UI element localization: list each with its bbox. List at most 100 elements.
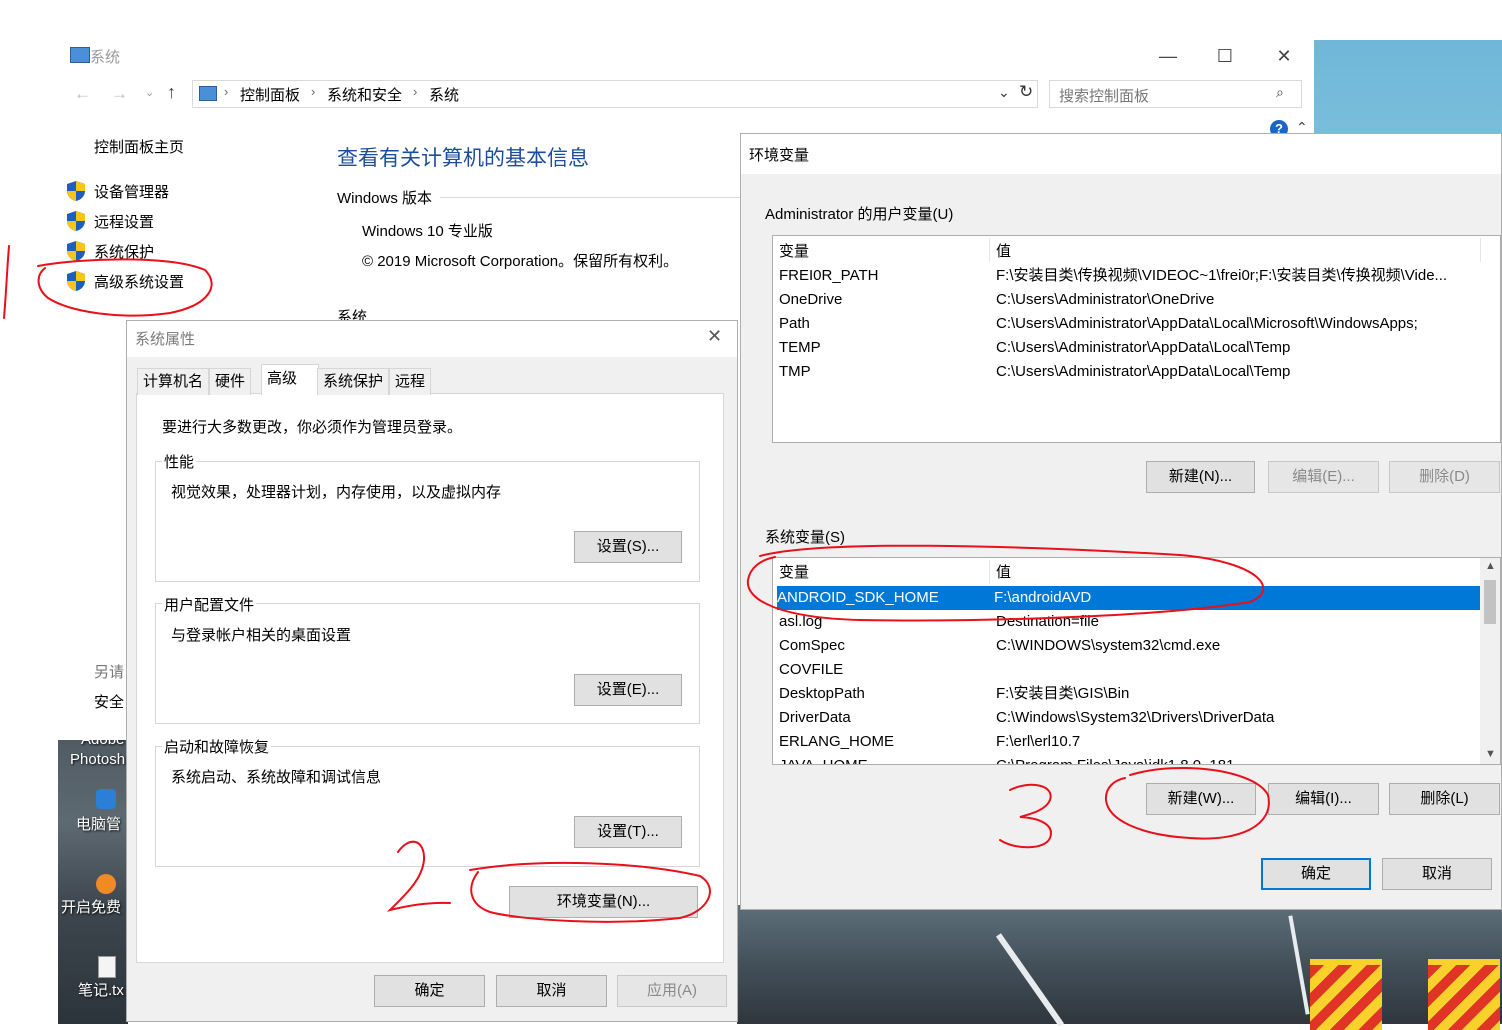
- column-header-variable[interactable]: 变量: [779, 561, 809, 585]
- shield-icon: [67, 271, 85, 291]
- user-variables-label: Administrator 的用户变量(U): [765, 206, 954, 223]
- tab-hardware[interactable]: 硬件: [209, 368, 252, 395]
- table-row[interactable]: DesktopPath F:\安装目类\GIS\Bin: [779, 682, 1480, 706]
- user-edit-button[interactable]: 编辑(E)...: [1268, 461, 1379, 493]
- user-profiles-settings-button[interactable]: 设置(E)...: [574, 674, 682, 706]
- table-row[interactable]: DriverData C:\Windows\System32\Drivers\Dr…: [779, 706, 1480, 730]
- nav-advanced-system-settings[interactable]: 高级系统设置: [94, 271, 184, 292]
- close-icon[interactable]: ✕: [707, 326, 722, 347]
- ok-button[interactable]: 确定: [1261, 858, 1371, 890]
- address-dropdown-icon[interactable]: ⌄: [998, 84, 1010, 101]
- desktop-icon-label[interactable]: Photosh: [70, 751, 125, 768]
- tab-remote[interactable]: 远程: [389, 368, 432, 395]
- forward-arrow-icon[interactable]: →: [111, 84, 128, 104]
- user-new-button[interactable]: 新建(N)...: [1146, 461, 1255, 493]
- desktop-icon-label[interactable]: 开启免费: [61, 896, 121, 917]
- performance-desc: 视觉效果，处理器计划，内存使用，以及虚拟内存: [171, 484, 502, 501]
- address-bar[interactable]: [192, 80, 1038, 108]
- tab-advanced[interactable]: 高级: [261, 364, 319, 395]
- nav-security-link[interactable]: 安全: [94, 691, 124, 712]
- window-title: 系统: [90, 49, 121, 66]
- breadcrumb-control-panel[interactable]: 控制面板: [240, 84, 300, 105]
- system-variables-list[interactable]: 变量 值 ANDROID_SDK_HOME F:\androidAVD asl.lo…: [772, 557, 1501, 765]
- up-arrow-icon[interactable]: ↑: [167, 82, 176, 103]
- startup-recovery-group: [155, 746, 700, 867]
- table-row-selected[interactable]: ANDROID_SDK_HOME F:\androidAVD: [777, 586, 1480, 610]
- system-edit-button[interactable]: 编辑(I)...: [1268, 783, 1379, 815]
- windows-edition: Windows 10 专业版: [362, 223, 493, 240]
- system-new-button[interactable]: 新建(W)...: [1146, 783, 1256, 815]
- table-row[interactable]: Path C:\Users\Administrator\AppData\Local…: [779, 312, 1480, 336]
- table-row[interactable]: TMP C:\Users\Administrator\AppData\Local\…: [779, 360, 1480, 384]
- dialog-title-bar: [127, 321, 737, 357]
- startup-recovery-title: 启动和故障恢复: [162, 736, 272, 757]
- column-header-value[interactable]: 值: [996, 561, 1011, 585]
- shield-icon: [67, 241, 85, 261]
- table-row[interactable]: JAVA_HOMEC:\Program Files\Java\jdk1.8.0_…: [779, 754, 1480, 764]
- search-icon[interactable]: ⌕: [1276, 84, 1284, 101]
- shield-icon: [67, 181, 85, 201]
- table-row[interactable]: OneDrive C:\Users\Administrator\OneDrive: [779, 288, 1480, 312]
- traffic-barrier: [1428, 959, 1500, 1030]
- table-row[interactable]: TEMP C:\Users\Administrator\AppData\Local…: [779, 336, 1480, 360]
- windows-version-label: Windows 版本: [337, 190, 433, 207]
- back-arrow-icon[interactable]: ←: [74, 84, 91, 104]
- scrollbar[interactable]: ▲ ▼: [1480, 558, 1500, 764]
- environment-variables-button[interactable]: 环境变量(N)...: [509, 886, 698, 918]
- nav-control-panel-home[interactable]: 控制面板主页: [94, 136, 184, 157]
- computer-icon: [199, 86, 217, 101]
- nav-remote-settings[interactable]: 远程设置: [94, 211, 154, 232]
- also-see-label: 另请: [94, 664, 125, 681]
- table-row[interactable]: FREI0R_PATH F:\安装目类\传换视频\VIDEOC~1\frei0r;…: [779, 264, 1480, 288]
- apply-button[interactable]: 应用(A): [617, 975, 727, 1007]
- nav-system-protection[interactable]: 系统保护: [94, 241, 154, 262]
- table-row[interactable]: asl.log Destination=file: [779, 610, 1480, 634]
- pc-manager-icon[interactable]: [96, 789, 116, 809]
- scrollbar-thumb[interactable]: [1484, 580, 1496, 624]
- annotation-mark-1: [3, 245, 10, 319]
- table-row[interactable]: ERLANG_HOME F:\erl\erl10.7: [779, 730, 1480, 754]
- ok-button[interactable]: 确定: [374, 975, 485, 1007]
- cancel-button[interactable]: 取消: [1382, 858, 1492, 890]
- tab-system-protection[interactable]: 系统保护: [317, 368, 390, 395]
- scroll-down-icon[interactable]: ▼: [1485, 748, 1496, 760]
- user-variables-list[interactable]: 变量 值 FREI0R_PATH F:\安装目类\传换视频\VIDEOC~1\fre…: [772, 235, 1501, 443]
- divider: [440, 197, 740, 198]
- performance-settings-button[interactable]: 设置(S)...: [574, 531, 682, 563]
- admin-note: 要进行大多数更改，你必须作为管理员登录。: [162, 419, 463, 436]
- page-title: 查看有关计算机的基本信息: [337, 147, 589, 170]
- copyright-text: © 2019 Microsoft Corporation。保留所有权利。: [362, 253, 679, 270]
- traffic-barrier: [1310, 959, 1382, 1030]
- minimize-icon[interactable]: —: [1158, 46, 1178, 67]
- cancel-button[interactable]: 取消: [496, 975, 607, 1007]
- maximize-icon[interactable]: ☐: [1215, 46, 1235, 67]
- recent-pages-icon[interactable]: ⌄: [145, 86, 154, 99]
- user-profiles-title: 用户配置文件: [162, 594, 257, 615]
- startup-recovery-desc: 系统启动、系统故障和调试信息: [171, 769, 382, 786]
- refresh-icon[interactable]: ↻: [1019, 82, 1033, 102]
- tab-computer-name[interactable]: 计算机名: [137, 368, 210, 395]
- nav-device-manager[interactable]: 设备管理器: [94, 181, 169, 202]
- breadcrumb-system[interactable]: 系统: [429, 84, 459, 105]
- column-header-value[interactable]: 值: [996, 240, 1011, 264]
- performance-title: 性能: [162, 451, 197, 472]
- shield-icon: [67, 211, 85, 231]
- desktop-icon-label[interactable]: 笔记.tx: [78, 979, 124, 1000]
- user-delete-button[interactable]: 删除(D): [1389, 461, 1500, 493]
- system-delete-button[interactable]: 删除(L): [1389, 783, 1500, 815]
- dialog-title: 系统属性: [135, 331, 196, 348]
- wifi-share-icon[interactable]: [96, 874, 116, 894]
- column-header-variable[interactable]: 变量: [779, 240, 809, 264]
- text-file-icon[interactable]: [98, 956, 116, 978]
- breadcrumb-system-security[interactable]: 系统和安全: [327, 84, 402, 105]
- dialog-title: 环境变量: [749, 147, 810, 164]
- search-input[interactable]: 搜索控制面板: [1059, 85, 1149, 106]
- desktop-icon-label[interactable]: 电脑管: [76, 813, 121, 834]
- close-icon[interactable]: ✕: [1274, 46, 1294, 67]
- startup-recovery-settings-button[interactable]: 设置(T)...: [574, 816, 682, 848]
- scroll-up-icon[interactable]: ▲: [1485, 560, 1496, 572]
- table-row[interactable]: COVFILE: [779, 658, 1480, 682]
- system-variables-label: 系统变量(S): [765, 529, 845, 546]
- system-icon: [70, 47, 90, 63]
- table-row[interactable]: ComSpec C:\WINDOWS\system32\cmd.exe: [779, 634, 1480, 658]
